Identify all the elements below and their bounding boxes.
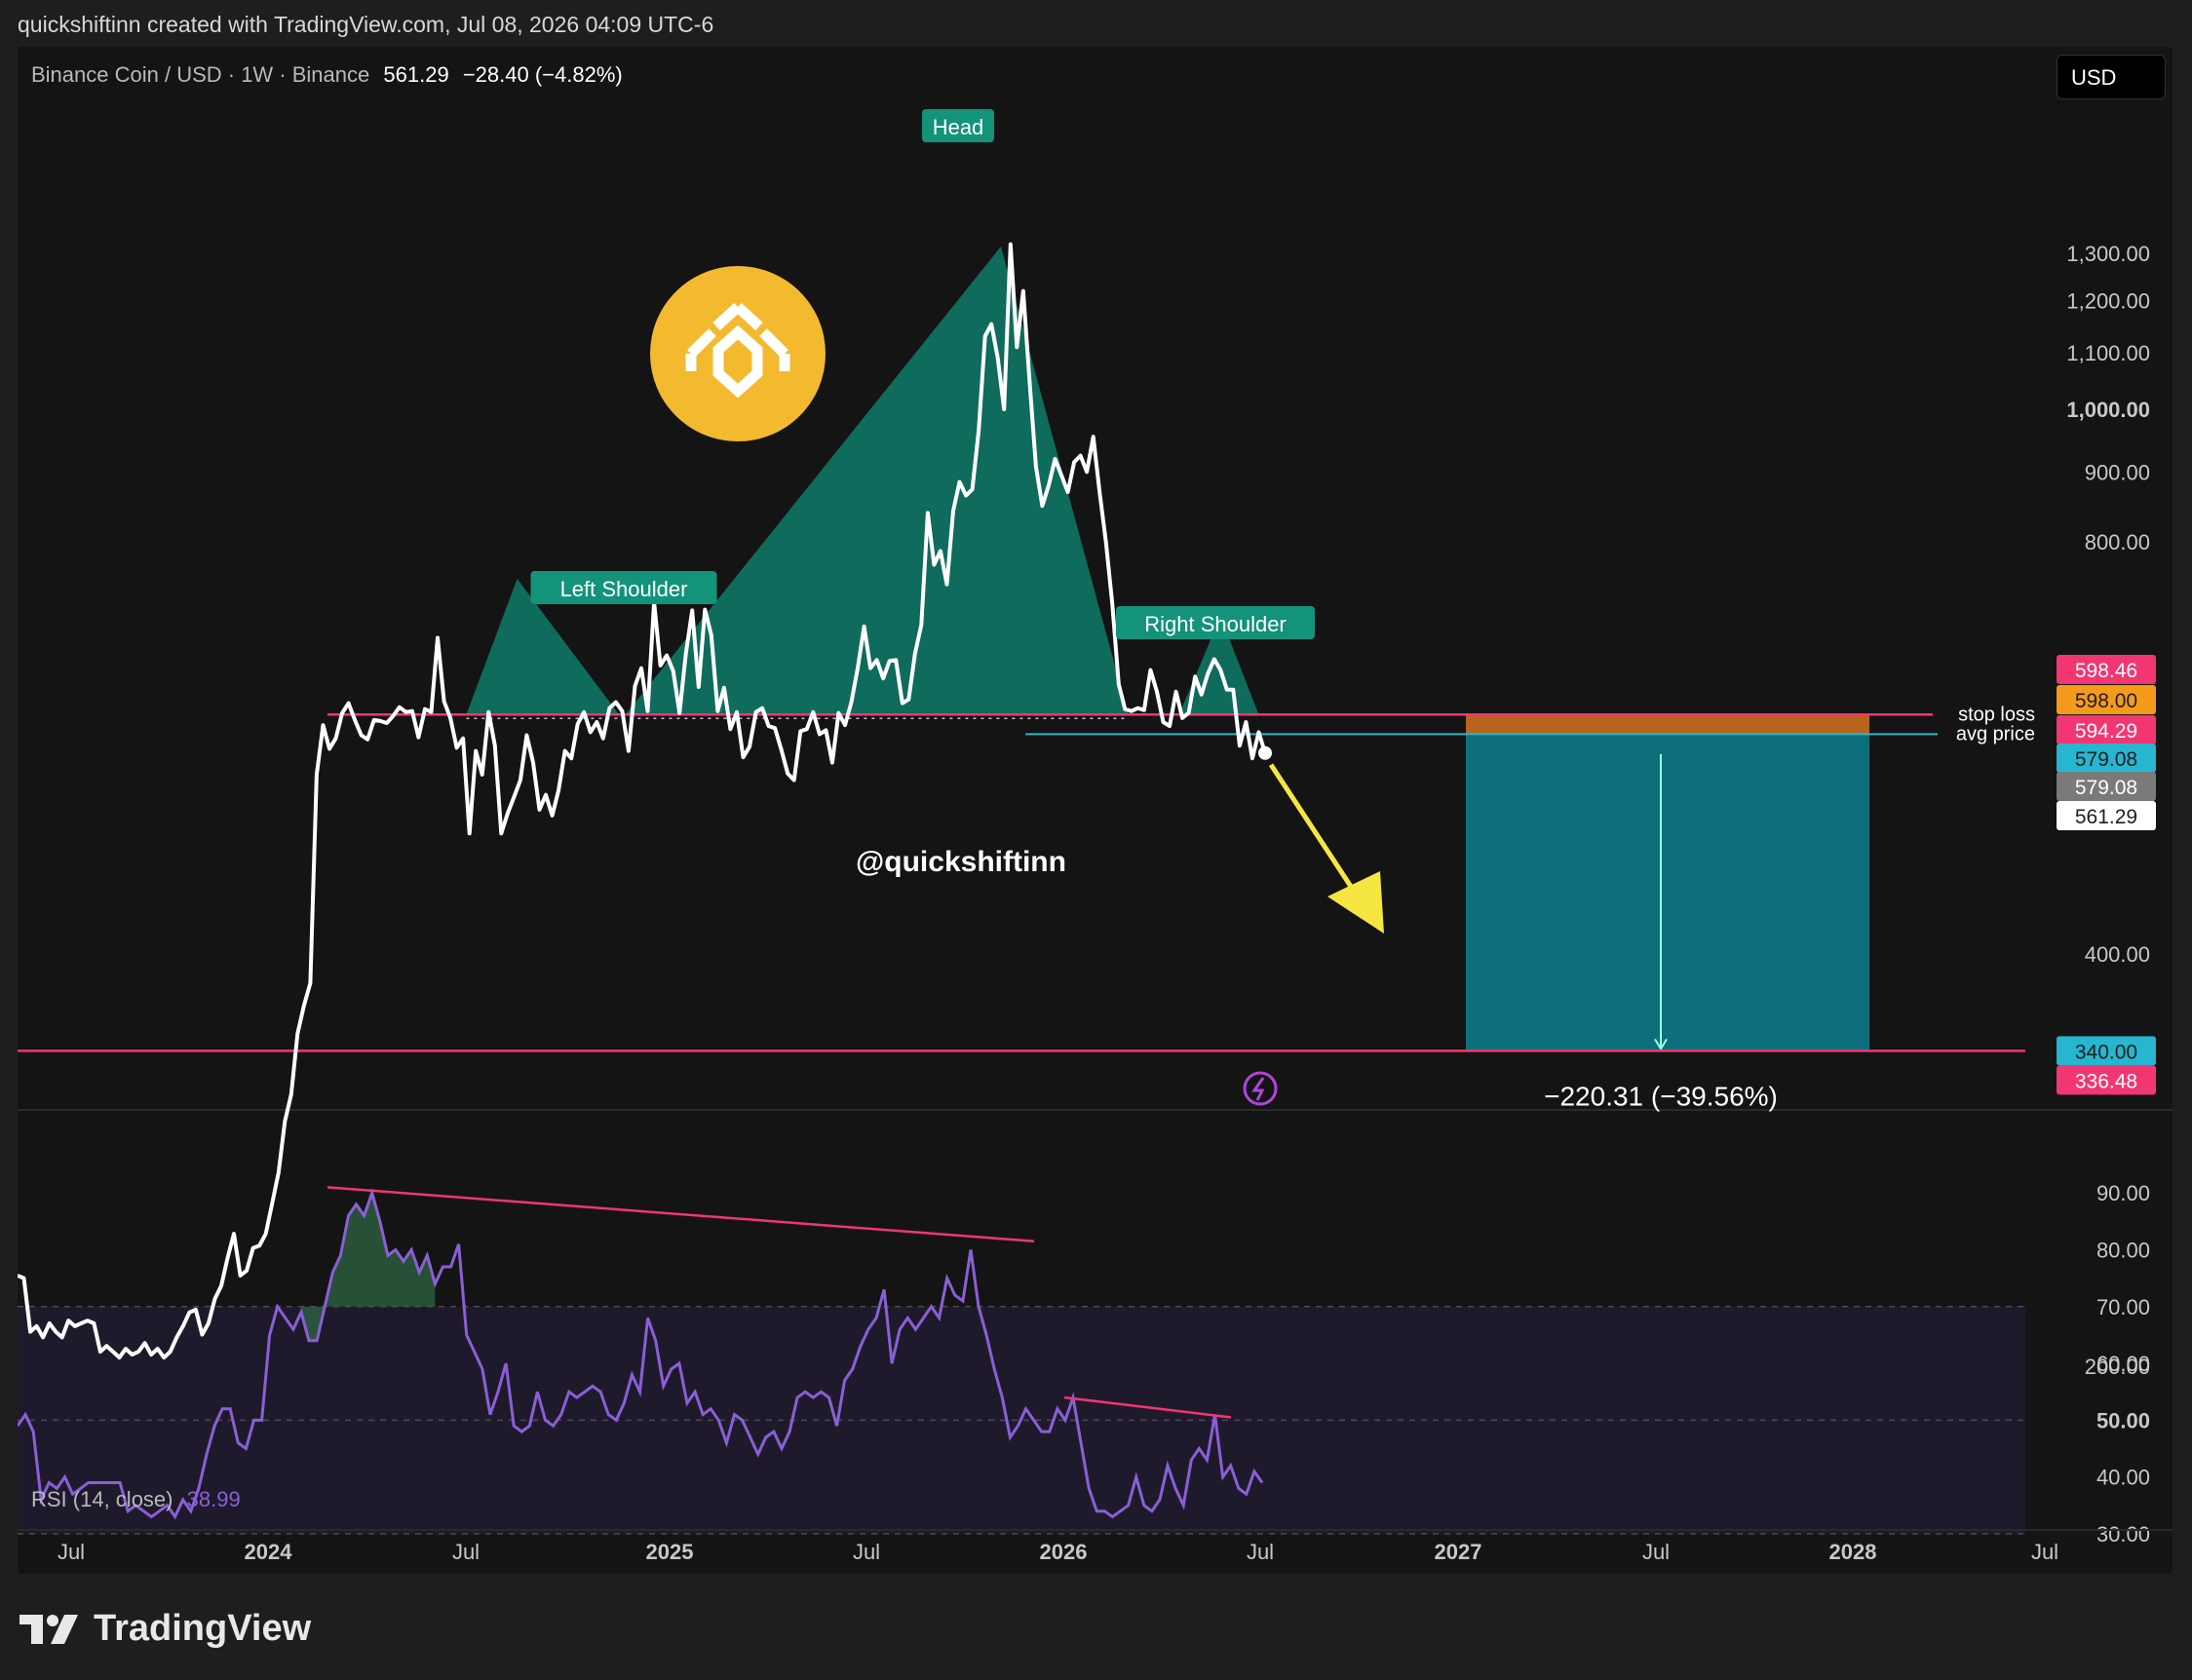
price-badge-5: 561.29	[2075, 806, 2137, 828]
avg-price-label: avg price	[1956, 723, 2035, 745]
time-tick-5: 2026	[1040, 1540, 1088, 1564]
stop-loss-label: stop loss	[1958, 704, 2035, 725]
rsi-tick-5: 80.00	[2096, 1239, 2150, 1263]
time-tick-0: Jul	[58, 1540, 85, 1564]
time-tick-4: Jul	[853, 1540, 880, 1564]
price-tick-4: 900.00	[2085, 460, 2150, 484]
last-price-dot	[1258, 745, 1272, 760]
last-price: 561.29	[383, 62, 449, 87]
rsi-tick-0: 30.00	[2096, 1522, 2150, 1546]
price-tick-7: 1,200.00	[2066, 289, 2150, 314]
rsi-tick-1: 40.00	[2096, 1466, 2150, 1490]
rsi-tick-2: 50.00	[2096, 1408, 2150, 1432]
rsi-tick-6: 90.00	[2096, 1181, 2150, 1205]
rsi-legend[interactable]: RSI (14, close) 38.99	[31, 1487, 241, 1512]
chart-panel[interactable]: −220.31 (−39.56%) Left Shoulder Head Right …	[18, 47, 2173, 1574]
price-badge-2: 594.29	[2075, 720, 2137, 743]
projection-arrow-shaft	[1268, 763, 1365, 906]
time-tick-1: 2024	[245, 1540, 293, 1564]
price-badge-0: 598.46	[2075, 660, 2137, 682]
price-tick-5: 1,000.00	[2066, 398, 2150, 422]
time-tick-8: Jul	[1642, 1540, 1670, 1564]
time-tick-10: Jul	[2031, 1540, 2058, 1564]
stop-zone	[1466, 714, 1869, 735]
price-tick-1: 400.00	[2085, 942, 2150, 967]
price-change: −28.40 (−4.82%)	[462, 62, 623, 87]
price-tick-3: 800.00	[2085, 530, 2150, 554]
rsi-divergence-line-1	[327, 1186, 1035, 1243]
head-label: Head	[933, 115, 984, 139]
symbol-legend[interactable]: Binance Coin / USD · 1W · Binance 561.29…	[31, 62, 623, 88]
price-badge-3: 579.08	[2075, 748, 2137, 771]
price-chart[interactable]: −220.31 (−39.56%) Left Shoulder Head Right …	[18, 47, 2173, 1574]
event-marker-icon	[1243, 1071, 1278, 1106]
price-badge-4: 579.08	[2075, 777, 2137, 799]
price-badge-1: 598.00	[2075, 690, 2137, 712]
credit-line: quickshiftinn created with TradingView.c…	[18, 12, 714, 37]
rsi-tick-3: 60.00	[2096, 1352, 2150, 1376]
time-tick-6: Jul	[1247, 1540, 1274, 1564]
currency-button[interactable]: USD	[2057, 55, 2166, 99]
projection-arrowhead	[1327, 871, 1384, 934]
target-change-label: −220.31 (−39.56%)	[1544, 1081, 1778, 1111]
right-shoulder-label: Right Shoulder	[1144, 612, 1287, 636]
rsi-tick-4: 70.00	[2096, 1295, 2150, 1319]
lightning-icon	[1251, 1077, 1265, 1101]
price-badge-7: 336.48	[2075, 1070, 2137, 1092]
left-shoulder-label: Left Shoulder	[560, 577, 688, 601]
price-line	[18, 242, 1267, 1360]
bnb-logo-icon	[650, 266, 826, 441]
symbol-name: Binance Coin / USD · 1W · Binance	[31, 62, 370, 87]
time-tick-9: 2028	[1829, 1540, 1877, 1564]
time-tick-7: 2027	[1435, 1540, 1482, 1564]
price-tick-6: 1,100.00	[2066, 341, 2150, 365]
watermark-text: @quickshiftinn	[856, 846, 1066, 878]
tradingview-logo[interactable]: TradingView	[19, 1608, 311, 1650]
time-tick-2: Jul	[452, 1540, 480, 1564]
price-badge-6: 340.00	[2075, 1041, 2137, 1063]
rsi-value: 38.99	[186, 1487, 241, 1511]
rsi-title: RSI (14, close)	[31, 1487, 173, 1511]
pane-separator	[18, 1109, 2173, 1111]
tradingview-logo-icon	[19, 1614, 78, 1644]
target-zone	[1466, 734, 1869, 1051]
price-tick-8: 1,300.00	[2066, 242, 2150, 266]
time-tick-3: 2025	[646, 1540, 694, 1564]
tradingview-logo-text: TradingView	[94, 1608, 312, 1649]
